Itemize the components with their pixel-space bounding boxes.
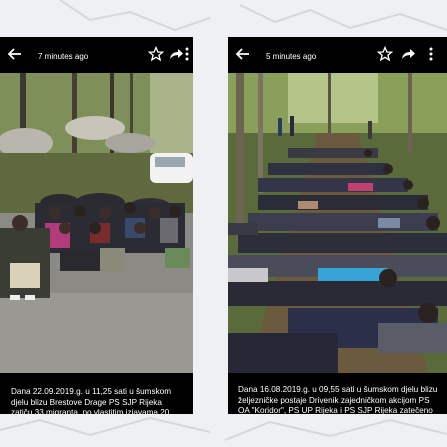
star-icon[interactable] <box>148 46 164 62</box>
star-icon[interactable] <box>377 46 393 62</box>
photo-migrants-sitting <box>0 73 193 373</box>
timestamp: 5 minutes ago <box>266 52 317 61</box>
timestamp: 7 minutes ago <box>38 52 89 61</box>
app-bar: 5 minutes ago <box>228 37 447 73</box>
app-bar: 7 minutes ago <box>0 37 193 73</box>
back-arrow-icon[interactable] <box>6 45 24 63</box>
screenshot-right: 5 minutes ago Dana 16.08.2019.g. u 09,55… <box>228 37 447 414</box>
caption-text: Dana 22.09.2019.g. u 11,25 sati u šumsko… <box>0 373 193 414</box>
photo-people-lying-on-ground <box>228 73 447 373</box>
more-vertical-icon[interactable] <box>182 46 192 62</box>
share-icon[interactable] <box>400 46 416 62</box>
more-vertical-icon[interactable] <box>426 46 436 62</box>
screenshot-left: 7 minutes ago Dana 22.09.2019.g. u 11,25… <box>0 37 193 414</box>
back-arrow-icon[interactable] <box>234 45 252 63</box>
caption-text: Dana 16.08.2019.g. u 09,55 sati u šumsko… <box>228 373 447 414</box>
